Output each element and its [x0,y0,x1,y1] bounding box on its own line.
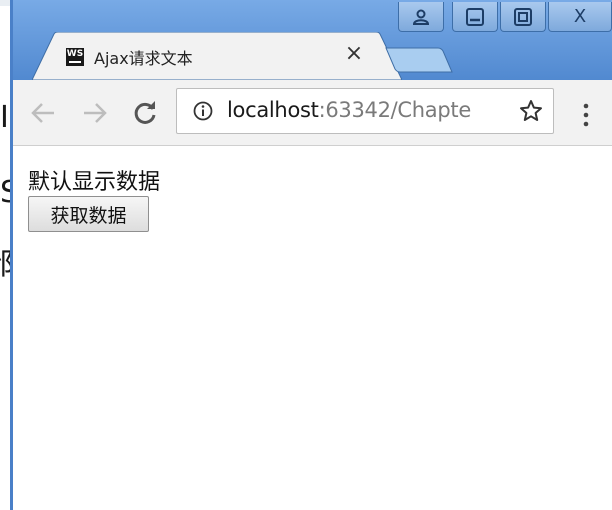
webstorm-favicon-icon: WS [66,48,84,66]
background-text-fragment: I [0,100,9,135]
window-left-border [10,0,13,510]
arrow-left-icon [31,103,54,123]
fetch-data-button[interactable]: 获取数据 [28,196,149,232]
default-data-text: 默认显示数据 [28,170,161,195]
kebab-menu-icon [583,103,589,127]
tab-close-icon[interactable]: × [342,42,366,66]
arrow-right-icon [84,103,107,123]
bookmark-star-icon[interactable] [519,99,543,123]
close-window-button[interactable]: X [548,2,612,32]
user-icon [412,9,430,25]
tab-active[interactable]: WS Ajax请求文本 × [32,32,402,80]
address-bar[interactable]: localhost:63342/Chapte [176,88,554,134]
tab-title: Ajax请求文本 [94,49,193,68]
new-tab-button[interactable] [384,46,454,74]
minimize-button[interactable] [452,2,498,32]
page-content: 默认显示数据 获取数据 [10,146,612,510]
star-icon [520,100,542,121]
reload-icon [134,101,156,124]
maximize-icon [514,7,532,26]
browser-window: X WS Ajax请求文本 × localhost:63342/Chapte 默… [10,0,612,510]
maximize-button[interactable] [500,2,546,32]
minimize-icon [466,7,484,26]
forward-button[interactable] [80,98,110,128]
browser-toolbar: localhost:63342/Chapte [10,80,612,146]
reload-button[interactable] [130,98,160,128]
url-path: :63342/Chapte [318,98,472,122]
user-profile-button[interactable] [398,2,444,32]
back-button[interactable] [28,98,58,128]
title-bar: X WS Ajax请求文本 × [10,0,612,80]
browser-menu-button[interactable] [576,102,596,128]
close-icon: X [573,6,587,27]
url-text[interactable]: localhost:63342/Chapte [227,98,471,122]
url-host: localhost [227,98,319,122]
new-tab-icon [385,47,453,73]
url-fade [483,89,513,133]
info-icon[interactable] [193,101,213,121]
